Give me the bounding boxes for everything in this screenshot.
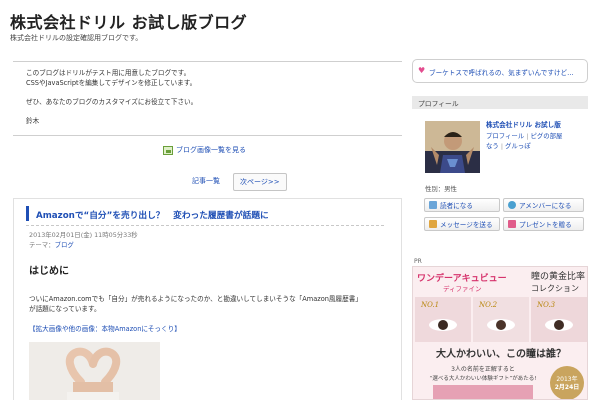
ad-deadline-date: 2月24日 bbox=[555, 383, 580, 391]
profile-link[interactable]: プロフィール bbox=[486, 132, 524, 140]
avatar[interactable] bbox=[425, 121, 480, 173]
intro-line: 鈴木 bbox=[26, 116, 40, 125]
intro-line bbox=[26, 88, 197, 98]
ad-option-2: NO.2 bbox=[478, 301, 498, 309]
intro-line: ぜひ、あなたのブログのカスタマイズにお役立て下さい。 bbox=[26, 97, 198, 106]
present-icon bbox=[508, 220, 516, 228]
now-link[interactable]: なう bbox=[486, 142, 499, 150]
profile-section-header: プロフィール bbox=[412, 96, 588, 109]
advertisement-banner[interactable]: ワンデーアキュビュー ディファイン 瞳の黄金比率 コレクション NO.1 NO.… bbox=[412, 266, 588, 400]
theme-link[interactable]: ブログ bbox=[55, 241, 74, 249]
latest-post-box[interactable]: ♥ ブーケトスで呼ばれるの、気まずいんですけど… bbox=[412, 59, 588, 83]
gurupo-link[interactable]: グルっぽ bbox=[505, 142, 531, 150]
intro-line: CSSやJavaScriptを編集してデザインを修正しています。 bbox=[26, 78, 197, 87]
ad-brand-sub: ディファイン bbox=[443, 284, 482, 293]
reader-icon bbox=[429, 201, 437, 209]
divider bbox=[13, 61, 402, 62]
article-body-line: ついにAmazon.comでも「自分」が売れるようになったのか、と勘違いしてしま… bbox=[29, 295, 362, 303]
become-amember-button[interactable]: アメンバーになる bbox=[503, 198, 584, 212]
ad-copy-1: 3人の名前を正解すると bbox=[451, 365, 515, 373]
article-body-line: が話題になっています。 bbox=[29, 304, 101, 313]
intro-line: このブログはドリルがテスト用に用意したブログです。 bbox=[26, 69, 191, 77]
ad-brand: ワンデーアキュビュー bbox=[417, 272, 507, 284]
gallery-link-label[interactable]: ブログ画像一覧を見る bbox=[176, 145, 246, 155]
link-separator: | bbox=[526, 132, 529, 140]
send-present-button[interactable]: プレゼントを贈る bbox=[503, 217, 584, 231]
ad-headline-sub: コレクション bbox=[531, 284, 579, 293]
link-separator: | bbox=[500, 142, 503, 150]
ad-copy-2: “選べる大人かわいい体験ギフト”があたる! bbox=[430, 374, 537, 382]
article-title-marker bbox=[26, 206, 29, 221]
pigg-room-link[interactable]: ピグの部屋 bbox=[530, 132, 562, 140]
article-body: ついにAmazon.comでも「自分」が売れるようになったのか、と勘違いしてしま… bbox=[29, 295, 362, 314]
avatar-photo bbox=[425, 121, 480, 173]
button-label: アメンバーになる bbox=[519, 202, 572, 210]
blog-title[interactable]: 株式会社ドリル お試し版ブログ bbox=[10, 9, 247, 33]
ad-tagline: 大人かわいい、この瞳は誰？ bbox=[436, 347, 566, 360]
blog-intro-message: このブログはドリルがテスト用に用意したブログです。 CSSやJavaScript… bbox=[26, 69, 197, 127]
blog-description: 株式会社ドリルの設定確認用ブログです。 bbox=[10, 34, 143, 42]
article-date: 2013年02月01日(金) 11時05分33秒 bbox=[29, 231, 138, 239]
article-heading: はじめに bbox=[29, 266, 69, 277]
become-reader-button[interactable]: 読者になる bbox=[424, 198, 500, 212]
message-icon bbox=[429, 220, 437, 228]
heart-icon: ♥ bbox=[418, 66, 426, 75]
profile-gender: 性別：男性 bbox=[425, 185, 457, 193]
latest-post-link[interactable]: ブーケトスで呼ばれるの、気まずいんですけど… bbox=[429, 67, 574, 77]
article-title-link[interactable]: Amazonで“自分”を売り出し？ 変わった履歴書が話題に bbox=[36, 208, 269, 221]
ad-deadline-year: 2013年 bbox=[556, 375, 577, 383]
ad-option-3: NO.3 bbox=[536, 301, 556, 309]
profile-links: プロフィール | ピグの部屋 なう | グルっぽ bbox=[486, 131, 586, 151]
button-label: 読者になる bbox=[440, 202, 473, 210]
blog-image-gallery-link[interactable]: ブログ画像一覧を見る bbox=[163, 145, 246, 155]
image-gallery-icon bbox=[163, 145, 173, 155]
article-list-link[interactable]: 記事一覧 bbox=[192, 176, 220, 186]
profile-name-link[interactable]: 株式会社ドリル お試し版 bbox=[486, 119, 561, 129]
ad-option-1: NO.1 bbox=[420, 301, 439, 309]
heart-hands-illustration bbox=[29, 342, 160, 400]
article-image-link[interactable]: 【拡大画像や他の画像：本物Amazonにそっくり】 bbox=[29, 323, 181, 333]
pr-label: PR bbox=[414, 258, 422, 265]
intro-line bbox=[26, 107, 197, 117]
next-page-button[interactable]: 次ページ>> bbox=[233, 173, 287, 191]
divider bbox=[13, 135, 402, 136]
ad-headline: 瞳の黄金比率 bbox=[531, 270, 585, 282]
amember-icon bbox=[508, 201, 516, 209]
button-label: プレゼントを贈る bbox=[519, 221, 572, 229]
article-theme: テーマ：ブログ bbox=[29, 240, 74, 249]
button-label: メッセージを送る bbox=[440, 221, 493, 229]
article-photo-heart-hands[interactable] bbox=[29, 342, 160, 400]
send-message-button[interactable]: メッセージを送る bbox=[424, 217, 500, 231]
theme-label: テーマ： bbox=[29, 241, 55, 249]
ad-artwork: ワンデーアキュビュー ディファイン 瞳の黄金比率 コレクション NO.1 NO.… bbox=[413, 267, 587, 399]
